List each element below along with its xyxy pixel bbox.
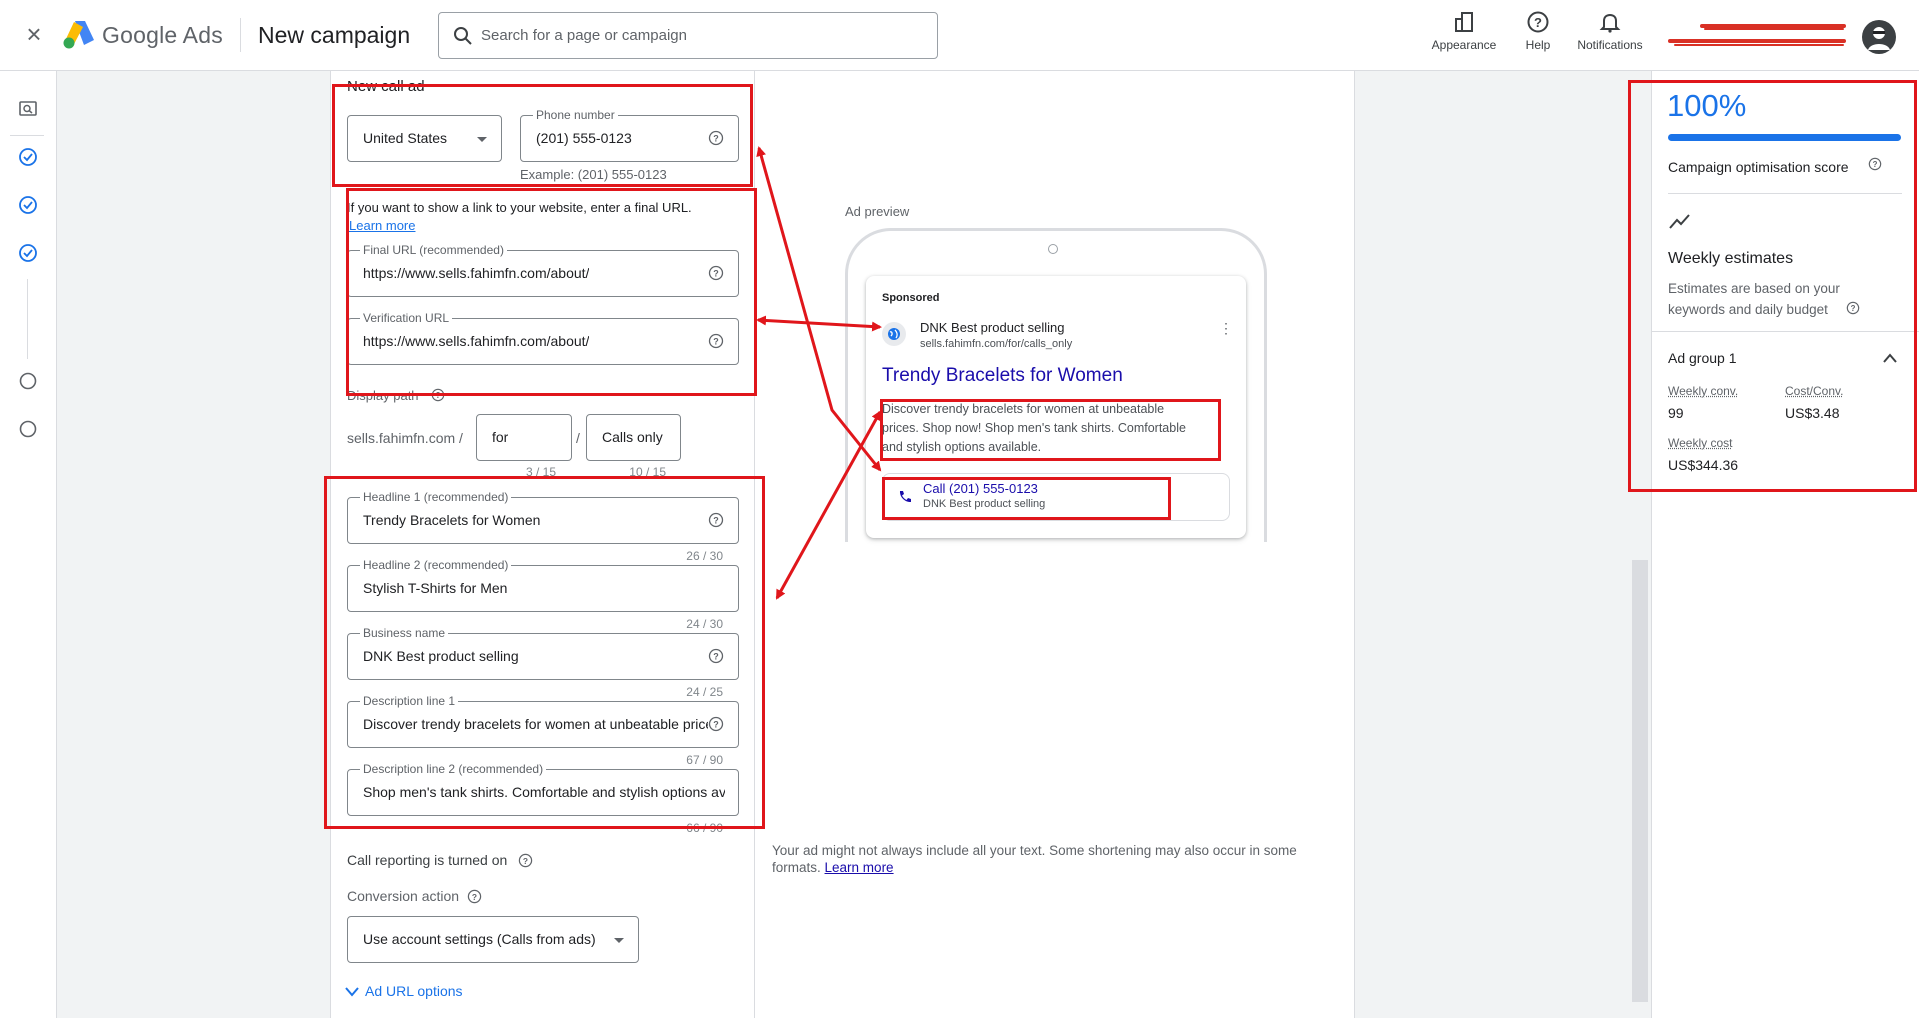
scrollbar[interactable] — [1632, 560, 1648, 1002]
ad-preview-label: Ad preview — [845, 204, 910, 219]
search-input[interactable]: Search for a page or campaign — [438, 12, 938, 59]
appearance-button[interactable]: Appearance — [1424, 10, 1504, 52]
globe-icon — [888, 328, 900, 340]
preview-note: Your ad might not always include all you… — [772, 843, 1297, 858]
step-complete-icon[interactable] — [18, 147, 38, 167]
appearance-label: Appearance — [1431, 38, 1497, 52]
avatar-icon — [1868, 27, 1890, 50]
preview-note-line2: formats. Learn more — [772, 860, 894, 875]
path1-value: for — [492, 429, 509, 445]
appearance-icon — [1455, 12, 1473, 32]
help-label: Help — [1525, 38, 1551, 52]
notifications-label: Notifications — [1577, 38, 1643, 52]
display-domain: sells.fahimfn.com / — [347, 430, 463, 446]
conversion-action-value: Use account settings (Calls from ads) — [363, 931, 596, 947]
page-title: New campaign — [258, 22, 411, 48]
svg-text:?: ? — [472, 892, 477, 902]
path-separator: / — [576, 430, 580, 446]
annotation-box-phone — [332, 84, 753, 187]
bell-icon — [1599, 13, 1621, 33]
favicon — [882, 322, 906, 346]
avatar[interactable] — [1862, 20, 1896, 54]
annotation-box-estimates — [1628, 80, 1917, 492]
svg-text:?: ? — [1534, 15, 1542, 30]
step-pending-icon[interactable] — [18, 371, 38, 391]
call-reporting-text: Call reporting is turned on — [347, 852, 508, 868]
preview-business-name: DNK Best product selling — [920, 320, 1065, 335]
annotation-box-text-fields — [324, 476, 765, 829]
help-icon[interactable]: ? — [518, 853, 533, 868]
left-rail — [0, 71, 57, 1018]
help-icon[interactable]: ? — [467, 889, 482, 904]
phone-camera — [1048, 244, 1058, 254]
google-ads-logo — [63, 21, 94, 49]
close-icon[interactable]: × — [22, 21, 46, 47]
preview-display-url: sells.fahimfn.com/for/calls_only — [920, 338, 1073, 350]
search-icon — [454, 27, 472, 45]
step-complete-icon[interactable] — [18, 243, 38, 263]
conversion-action-label: Conversion action — [347, 888, 460, 904]
notifications-button[interactable]: Notifications — [1570, 10, 1650, 52]
preview-headline: Trendy Bracelets for Women — [882, 365, 1123, 386]
annotation-box-call — [882, 477, 1171, 520]
ad-url-options-link[interactable]: Ad URL options — [365, 983, 463, 999]
svg-text:?: ? — [523, 856, 528, 866]
sponsored-label: Sponsored — [882, 292, 940, 304]
learn-more-link[interactable]: Learn more — [825, 860, 894, 875]
account-info-redacted[interactable] — [1668, 20, 1848, 50]
header-divider — [240, 18, 241, 52]
product-name[interactable]: Google Ads — [102, 22, 223, 49]
preview-icon[interactable] — [18, 99, 38, 119]
more-options-icon[interactable]: ⋮ — [1219, 321, 1233, 335]
preview-note-text: formats. — [772, 860, 821, 875]
help-button[interactable]: ? Help — [1518, 10, 1558, 52]
step-complete-icon[interactable] — [18, 195, 38, 215]
annotation-box-description — [880, 399, 1221, 461]
annotation-box-urls — [346, 188, 757, 396]
conversion-action-select[interactable]: Use account settings (Calls from ads) — [347, 916, 639, 963]
top-bar: × Google Ads New campaign Search for a p… — [0, 0, 1919, 71]
path2-value: Calls only — [602, 429, 663, 445]
search-placeholder: Search for a page or campaign — [481, 27, 687, 44]
step-pending-icon[interactable] — [18, 419, 38, 439]
path1-field[interactable]: for — [476, 414, 572, 461]
path2-field[interactable]: Calls only — [586, 414, 681, 461]
help-icon: ? — [1527, 11, 1549, 33]
dropdown-caret-icon — [614, 938, 624, 943]
chevron-down-icon[interactable] — [344, 986, 360, 998]
